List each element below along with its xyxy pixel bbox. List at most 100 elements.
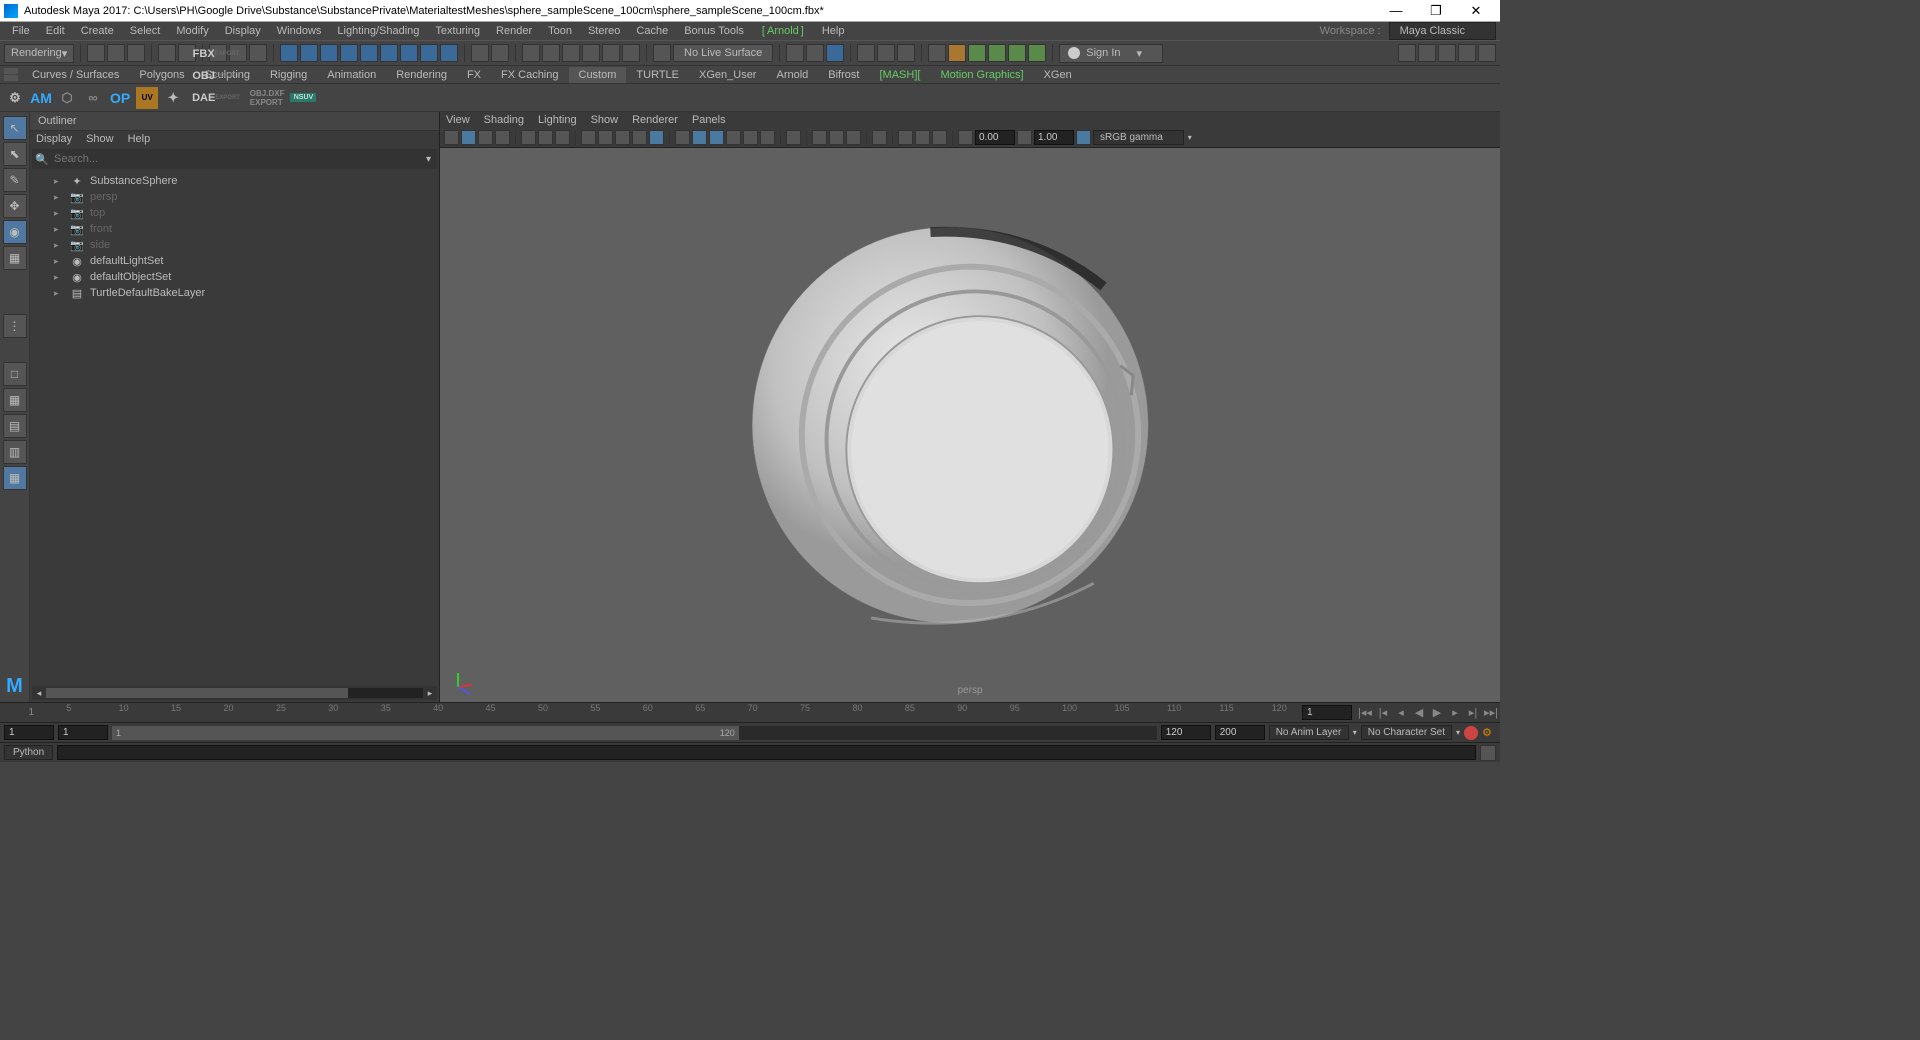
vp-render2-button[interactable] — [915, 130, 930, 145]
vp-menu-shading[interactable]: Shading — [484, 114, 524, 126]
shelf-obj-export[interactable]: OBJ.DXFEXPORT — [248, 87, 287, 109]
menu-toon[interactable]: Toon — [540, 24, 580, 38]
menu-stereo[interactable]: Stereo — [580, 24, 628, 38]
vp-gamma-field[interactable] — [1034, 130, 1074, 145]
vp-gate-button[interactable] — [538, 130, 553, 145]
snap-a-button[interactable] — [400, 44, 418, 62]
menu-texturing[interactable]: Texturing — [427, 24, 488, 38]
custom-layout-button[interactable]: ▦ — [3, 466, 27, 490]
shelftab-rigging[interactable]: Rigging — [260, 67, 317, 83]
play-forward-button[interactable]: ▶ — [1428, 704, 1446, 722]
snap-view-button[interactable] — [360, 44, 378, 62]
step-forward-button[interactable]: ▸ — [1446, 704, 1464, 722]
outliner-hscroll[interactable]: ◂▸ — [32, 686, 437, 700]
shelf-cube-icon[interactable]: ⬡ — [56, 87, 78, 109]
save-scene-button[interactable] — [127, 44, 145, 62]
shelftab-bifrost[interactable]: Bifrost — [818, 67, 869, 83]
menu-windows[interactable]: Windows — [269, 24, 330, 38]
new-scene-button[interactable] — [87, 44, 105, 62]
outliner-item-top[interactable]: ▸📷top — [30, 205, 439, 221]
render-frame-button[interactable] — [786, 44, 804, 62]
outliner-item-substancesphere[interactable]: ▸✦SubstanceSphere — [30, 173, 439, 189]
vp-render3-button[interactable] — [932, 130, 947, 145]
shelf-export-obj[interactable]: OBJEXPORT — [188, 65, 244, 87]
shelf-export-fbx[interactable]: FBXEXPORT — [188, 43, 244, 65]
shelf-gear-icon[interactable]: ⚙ — [4, 87, 26, 109]
step-back-button[interactable]: ◂ — [1392, 704, 1410, 722]
range-end-d[interactable] — [1215, 725, 1265, 740]
shelftab-turtle[interactable]: TURTLE — [626, 67, 689, 83]
vp-ao-button[interactable] — [726, 130, 741, 145]
vp-exposure-icon[interactable] — [958, 130, 973, 145]
snap-c-button[interactable] — [440, 44, 458, 62]
menu-display[interactable]: Display — [217, 24, 269, 38]
shelf-glasses-icon[interactable]: ∞ — [82, 87, 104, 109]
outliner-item-front[interactable]: ▸📷front — [30, 221, 439, 237]
shelf-export-dae[interactable]: DAEEXPORT — [188, 87, 244, 109]
snap-grid-button[interactable] — [280, 44, 298, 62]
command-input[interactable] — [57, 745, 1476, 760]
snap-b-button[interactable] — [420, 44, 438, 62]
cancel-batch-button[interactable] — [988, 44, 1006, 62]
menu-cache[interactable]: Cache — [628, 24, 676, 38]
vp-msaa-button[interactable] — [743, 130, 758, 145]
prefs-icon[interactable]: ⚙ — [1482, 726, 1496, 740]
vp-textured-button[interactable] — [615, 130, 630, 145]
autokey-icon[interactable] — [1464, 726, 1478, 740]
vp-shadows-button[interactable] — [649, 130, 664, 145]
move-tool[interactable]: ✥ — [3, 194, 27, 218]
vp-render-button[interactable] — [898, 130, 913, 145]
snap-live-button[interactable] — [380, 44, 398, 62]
layout-btn-3[interactable] — [1438, 44, 1456, 62]
paint-tool[interactable]: ✎ — [3, 168, 27, 192]
two-pane-h-button[interactable]: ▤ — [3, 414, 27, 438]
outliner-menu-display[interactable]: Display — [36, 133, 72, 145]
layout-btn-1[interactable] — [1398, 44, 1416, 62]
outliner-item-defaultlightset[interactable]: ▸◉defaultLightSet — [30, 253, 439, 269]
shelf-gear-icon[interactable] — [4, 68, 18, 74]
menu-bonus-tools[interactable]: Bonus Tools — [676, 24, 752, 38]
vp-dot-button[interactable] — [786, 130, 801, 145]
vp-menu-view[interactable]: View — [446, 114, 470, 126]
shelftab-fx[interactable]: FX — [457, 67, 491, 83]
menu-render[interactable]: Render — [488, 24, 540, 38]
render-settings-button[interactable] — [857, 44, 875, 62]
time-slider[interactable]: 1 51015202530354045505560657075808590951… — [0, 702, 1500, 722]
last-tool[interactable]: ⋮ — [3, 314, 27, 338]
snap-center-button[interactable] — [340, 44, 358, 62]
layout-btn-4[interactable] — [1458, 44, 1476, 62]
vp-camera-button[interactable] — [444, 130, 459, 145]
hypershade-button[interactable] — [877, 44, 895, 62]
vp-imageplane-button[interactable] — [495, 130, 510, 145]
menu-arnold[interactable]: Arnold — [754, 24, 812, 38]
menu-modify[interactable]: Modify — [168, 24, 216, 38]
range-start-b[interactable] — [58, 725, 108, 740]
four-pane-button[interactable]: ▦ — [3, 388, 27, 412]
menu-create[interactable]: Create — [73, 24, 122, 38]
vp-menu-show[interactable]: Show — [591, 114, 619, 126]
single-pane-button[interactable]: □ — [3, 362, 27, 386]
prev-key-button[interactable]: |◂ — [1374, 704, 1392, 722]
vp-wire-button[interactable] — [581, 130, 596, 145]
vp-light3-button[interactable] — [846, 130, 861, 145]
pause-batch-button[interactable] — [1028, 44, 1046, 62]
signin-dropdown[interactable]: Sign In▾ — [1059, 44, 1163, 63]
playblast-button[interactable] — [928, 44, 946, 62]
shelftab-polygons[interactable]: Polygons — [129, 67, 194, 83]
input-button[interactable] — [562, 44, 580, 62]
vp-isolate-button[interactable] — [675, 130, 690, 145]
open-scene-button[interactable] — [107, 44, 125, 62]
shelf-op-button[interactable]: OP — [108, 87, 132, 109]
snap-curve-button[interactable] — [300, 44, 318, 62]
show-batch-button[interactable] — [1008, 44, 1026, 62]
construction-button[interactable] — [542, 44, 560, 62]
render-view-button[interactable] — [826, 44, 844, 62]
light-editor-button[interactable] — [897, 44, 915, 62]
vp-shaded-button[interactable] — [598, 130, 613, 145]
menu-select[interactable]: Select — [122, 24, 169, 38]
vp-xrayj-button[interactable] — [709, 130, 724, 145]
vp-lights-button[interactable] — [632, 130, 647, 145]
graph-button[interactable] — [602, 44, 620, 62]
vp-colormgmt-button[interactable] — [1076, 130, 1091, 145]
shelf-uv-button[interactable]: UV — [136, 87, 158, 109]
